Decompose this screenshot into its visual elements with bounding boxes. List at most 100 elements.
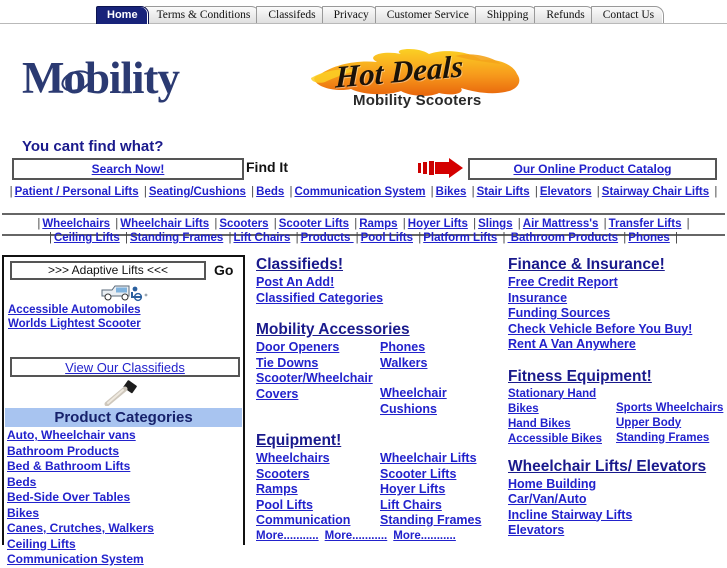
equipment-link-ramps[interactable]: Ramps [256, 482, 380, 498]
nav-link-wheelchairs[interactable]: Wheelchairs [42, 218, 110, 230]
nav-link-beds[interactable]: Beds [256, 186, 284, 198]
tab-home[interactable]: Home [96, 6, 149, 24]
accessory-link-wheelchair-cushions[interactable]: Wheelchair Cushions [380, 386, 504, 417]
category-link-bed-side-over-tables[interactable]: Bed-Side Over Tables [7, 490, 243, 506]
equipment-col-1[interactable]: Wheelchairs Scooters Ramps Pool Lifts Commun… [256, 451, 380, 529]
finance-link-check-vehicle-before-you-buy[interactable]: Check Vehicle Before You Buy! [508, 322, 727, 338]
nav-link-pool-lifts[interactable]: Pool Lifts [361, 232, 413, 244]
finance-link-insurance[interactable]: Insurance [508, 291, 727, 307]
accessories-links[interactable]: Door Openers Tie Downs Scooter/Wheelchair… [256, 340, 504, 417]
nav-link-bikes[interactable]: Bikes [436, 186, 467, 198]
primary-tab-bar[interactable]: Home Terms & Conditions Classifeds Privacy C… [96, 6, 665, 24]
nav-link-communication-system[interactable]: Communication System [294, 186, 425, 198]
nav-link-elevators[interactable]: Elevators [540, 186, 592, 198]
tab-contact-us[interactable]: Contact Us [590, 6, 665, 24]
accessory-link-walkers[interactable]: Walkers [380, 356, 504, 372]
view-classifieds-link[interactable]: View Our Classifieds [65, 360, 185, 375]
nav-link-lift-chairs[interactable]: Lift Chairs [233, 232, 290, 244]
tab-shipping[interactable]: Shipping [474, 6, 539, 24]
nav-link-seating-cushions[interactable]: Seating/Cushions [149, 186, 246, 198]
nav-link-wheelchair-lifts[interactable]: Wheelchair Lifts [120, 218, 209, 230]
accessory-link-phones[interactable]: Phones [380, 340, 504, 356]
lift-link-elevators[interactable]: Elevators [508, 523, 727, 539]
product-categories-list[interactable]: Auto, Wheelchair vans Bathroom Products Be… [4, 427, 243, 568]
nav-link-ceiling-lifts[interactable]: Ceiling Lifts [54, 232, 120, 244]
sidebar-quick-link-accessible-automobiles[interactable]: Accessible Automobiles [4, 303, 243, 317]
nav-link-transfer-lifts[interactable]: Transfer Lifts [609, 218, 682, 230]
lift-link-incline-stairway-lifts[interactable]: Incline Stairway Lifts [508, 508, 727, 524]
category-link-communication-system[interactable]: Communication System [7, 552, 243, 568]
category-link-auto-wheelchair-vans[interactable]: Auto, Wheelchair vans [7, 428, 243, 444]
equipment-col-2[interactable]: Wheelchair Lifts Scooter Lifts Hoyer Lifts… [380, 451, 504, 529]
tab-terms-conditions[interactable]: Terms & Conditions [144, 6, 261, 24]
fitness-link-standing-frames[interactable]: Standing Frames [616, 431, 726, 446]
finance-link-rent-a-van-anywhere[interactable]: Rent A Van Anywhere [508, 337, 727, 353]
online-catalog-button[interactable]: Our Online Product Catalog [468, 158, 717, 180]
category-link-bikes[interactable]: Bikes [7, 506, 243, 522]
accessories-col-2[interactable]: Phones Walkers Wheelchair Cushions [380, 340, 504, 417]
nav-link-standing-frames[interactable]: Standing Frames [130, 232, 223, 244]
equipment-link-lift-chairs[interactable]: Lift Chairs [380, 498, 504, 514]
classifieds-link-classified-categories[interactable]: Classified Categories [256, 291, 504, 307]
accessories-col-1[interactable]: Door Openers Tie Downs Scooter/Wheelchair… [256, 340, 380, 417]
tab-customer-service[interactable]: Customer Service [374, 6, 479, 24]
equipment-link-scooters[interactable]: Scooters [256, 467, 380, 483]
nav-link-phones[interactable]: Phones [628, 232, 670, 244]
category-link-canes-crutches-walkers[interactable]: Canes, Crutches, Walkers [7, 521, 243, 537]
nav-row-1[interactable]: | Patient / Personal Lifts | Seating/Cushi… [0, 185, 727, 200]
fitness-link-stationary-hand-bikes[interactable]: Stationary Hand Bikes [508, 387, 616, 417]
equipment-link-pool-lifts[interactable]: Pool Lifts [256, 498, 380, 514]
nav-link-scooter-lifts[interactable]: Scooter Lifts [279, 218, 349, 230]
equipment-more-link-more[interactable]: More........... [393, 530, 456, 542]
fitness-link-accessible-bikes[interactable]: Accessible Bikes [508, 432, 616, 447]
nav-link-products[interactable]: Products [301, 232, 354, 244]
category-link-bathroom-products[interactable]: Bathroom Products [7, 444, 243, 460]
classifieds-link-post-an-add[interactable]: Post An Add! [256, 275, 504, 291]
category-link-bed-bathroom-lifts[interactable]: Bed & Bathroom Lifts [7, 459, 243, 475]
nav-link-stair-lifts[interactable]: Stair Lifts [477, 186, 530, 198]
fitness-links[interactable]: Stationary Hand Bikes Hand Bikes Accessibl… [508, 387, 727, 447]
finance-links[interactable]: Free Credit Report Insurance Funding Sourc… [508, 275, 727, 353]
fitness-link-sports-wheelchairs[interactable]: Sports Wheelchairs [616, 401, 726, 416]
nav-link-air-mattress-s[interactable]: Air Mattress's [523, 218, 599, 230]
adaptive-lifts-select[interactable]: >>> Adaptive Lifts <<< [10, 261, 206, 280]
accessory-link-scooter-wheelchair-covers[interactable]: Scooter/Wheelchair Covers [256, 371, 380, 402]
finance-link-free-credit-report[interactable]: Free Credit Report [508, 275, 727, 291]
search-now-button[interactable]: Search Now! [12, 158, 244, 180]
equipment-link-standing-frames[interactable]: Standing Frames [380, 513, 504, 529]
nav-row-3[interactable]: | Ceiling Lifts | Standing Frames | Lift Ch… [0, 231, 727, 246]
equipment-link-wheelchair-lifts[interactable]: Wheelchair Lifts [380, 451, 504, 467]
finance-link-funding-sources[interactable]: Funding Sources [508, 306, 727, 322]
equipment-link-hoyer-lifts[interactable]: Hoyer Lifts [380, 482, 504, 498]
fitness-link-hand-bikes[interactable]: Hand Bikes [508, 417, 616, 432]
category-link-beds[interactable]: Beds [7, 475, 243, 491]
nav-link-ramps[interactable]: Ramps [359, 218, 397, 230]
lift-link-home-building[interactable]: Home Building [508, 477, 727, 493]
nav-link-platform-lifts[interactable]: Platform Lifts [423, 232, 497, 244]
accessory-link-door-openers[interactable]: Door Openers [256, 340, 380, 356]
sidebar-go-button[interactable]: Go [214, 261, 233, 279]
equipment-link-scooter-lifts[interactable]: Scooter Lifts [380, 467, 504, 483]
accessory-link-tie-downs[interactable]: Tie Downs [256, 356, 380, 372]
nav-link-stairway-chair-lifts[interactable]: Stairway Chair Lifts [602, 186, 709, 198]
sidebar-quick-links[interactable]: Accessible Automobiles Worlds Lightest Sc… [4, 303, 243, 331]
fitness-col-1[interactable]: Stationary Hand Bikes Hand Bikes Accessibl… [508, 387, 616, 447]
nav-link-hoyer-lifts[interactable]: Hoyer Lifts [408, 218, 468, 230]
wheelchair-lifts-links[interactable]: Home Building Car/Van/Auto Incline Stairwa… [508, 477, 727, 539]
equipment-link-wheelchairs[interactable]: Wheelchairs [256, 451, 380, 467]
classifieds-links[interactable]: Post An Add! Classified Categories [256, 275, 504, 306]
equipment-link-communication[interactable]: Communication [256, 513, 380, 529]
tab-classifeds[interactable]: Classifeds [256, 6, 326, 24]
fitness-link-upper-body[interactable]: Upper Body [616, 416, 726, 431]
online-catalog-link[interactable]: Our Online Product Catalog [513, 162, 671, 176]
tab-refunds[interactable]: Refunds [534, 6, 595, 24]
search-now-link[interactable]: Search Now! [92, 162, 165, 176]
nav-link-slings[interactable]: Slings [478, 218, 513, 230]
equipment-more-link-more[interactable]: More........... [325, 530, 388, 542]
equipment-more-link-more[interactable]: More........... [256, 530, 319, 542]
category-link-ceiling-lifts[interactable]: Ceiling Lifts [7, 537, 243, 553]
equipment-links[interactable]: Wheelchairs Scooters Ramps Pool Lifts Commun… [256, 451, 504, 529]
lift-link-car-van-auto[interactable]: Car/Van/Auto [508, 492, 727, 508]
nav-link-bathroom-products[interactable]: Bathroom Products [508, 232, 618, 244]
nav-link-scooters[interactable]: Scooters [219, 218, 268, 230]
